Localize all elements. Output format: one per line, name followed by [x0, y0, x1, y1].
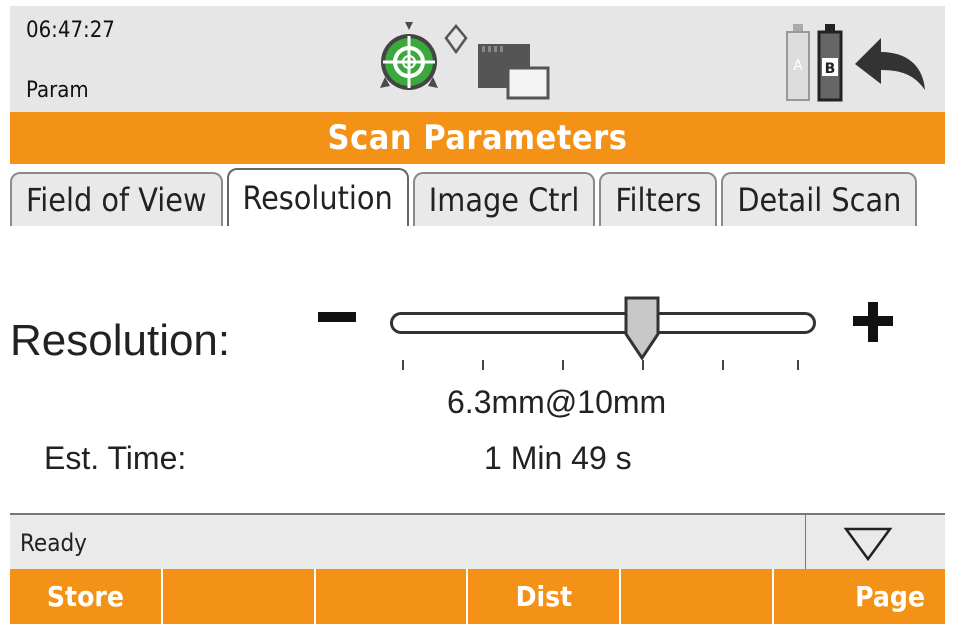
est-time-value: 1 Min 49 s — [484, 440, 632, 476]
slider-tick — [562, 360, 564, 370]
store-softkey[interactable]: Store — [10, 569, 163, 624]
target-icon[interactable] — [380, 22, 438, 90]
battery-b-icon: B — [817, 24, 843, 102]
slider-tick — [722, 360, 724, 370]
battery-b-label: B — [825, 61, 836, 77]
top-status-bar: 06:47:27 Param A B — [10, 6, 945, 112]
est-time-label: Est. Time: — [44, 440, 187, 476]
memory-card-icon — [478, 44, 550, 100]
battery-and-back: A B — [785, 20, 935, 110]
tab-detail-scan[interactable]: Detail Scan — [721, 172, 918, 226]
resolution-slider[interactable] — [390, 312, 816, 334]
slider-tick — [797, 360, 799, 370]
tab-image-ctrl[interactable]: Image Ctrl — [412, 172, 596, 226]
status-divider — [805, 515, 806, 571]
status-text: Ready — [20, 529, 87, 557]
softkey-5[interactable] — [621, 569, 775, 624]
tab-resolution[interactable]: Resolution — [226, 168, 409, 226]
resolution-value: 6.3mm@10mm — [447, 384, 667, 420]
battery-a-icon: A — [786, 24, 810, 101]
softkey-bar: Store Dist Page — [10, 569, 945, 624]
tab-bar: Field of View Resolution Image Ctrl Filt… — [10, 168, 921, 226]
softkey-3[interactable] — [316, 569, 469, 624]
slider-tick — [642, 360, 644, 370]
title-bar: Scan Parameters — [10, 112, 945, 164]
slider-tick — [402, 360, 404, 370]
increase-button-bar[interactable] — [853, 316, 893, 326]
page-softkey[interactable]: Page — [774, 569, 945, 624]
dropdown-triangle-icon[interactable] — [838, 523, 898, 563]
slider-thumb[interactable] — [624, 296, 660, 361]
slider-tick — [482, 360, 484, 370]
resolution-label: Resolution: — [10, 316, 231, 365]
clock: 06:47:27 — [26, 18, 115, 43]
status-line: Ready — [10, 513, 945, 571]
back-arrow-icon[interactable] — [855, 38, 925, 90]
page-title: Scan Parameters — [327, 118, 628, 158]
dist-softkey[interactable]: Dist — [468, 569, 622, 624]
battery-a-label: A — [793, 58, 803, 74]
decrease-button[interactable] — [318, 312, 356, 322]
mode-label: Param — [26, 78, 89, 103]
status-icons — [380, 22, 580, 102]
prism-icon — [444, 24, 468, 55]
softkey-2[interactable] — [163, 569, 316, 624]
tab-filters[interactable]: Filters — [599, 172, 718, 226]
tab-field-of-view[interactable]: Field of View — [10, 172, 223, 226]
